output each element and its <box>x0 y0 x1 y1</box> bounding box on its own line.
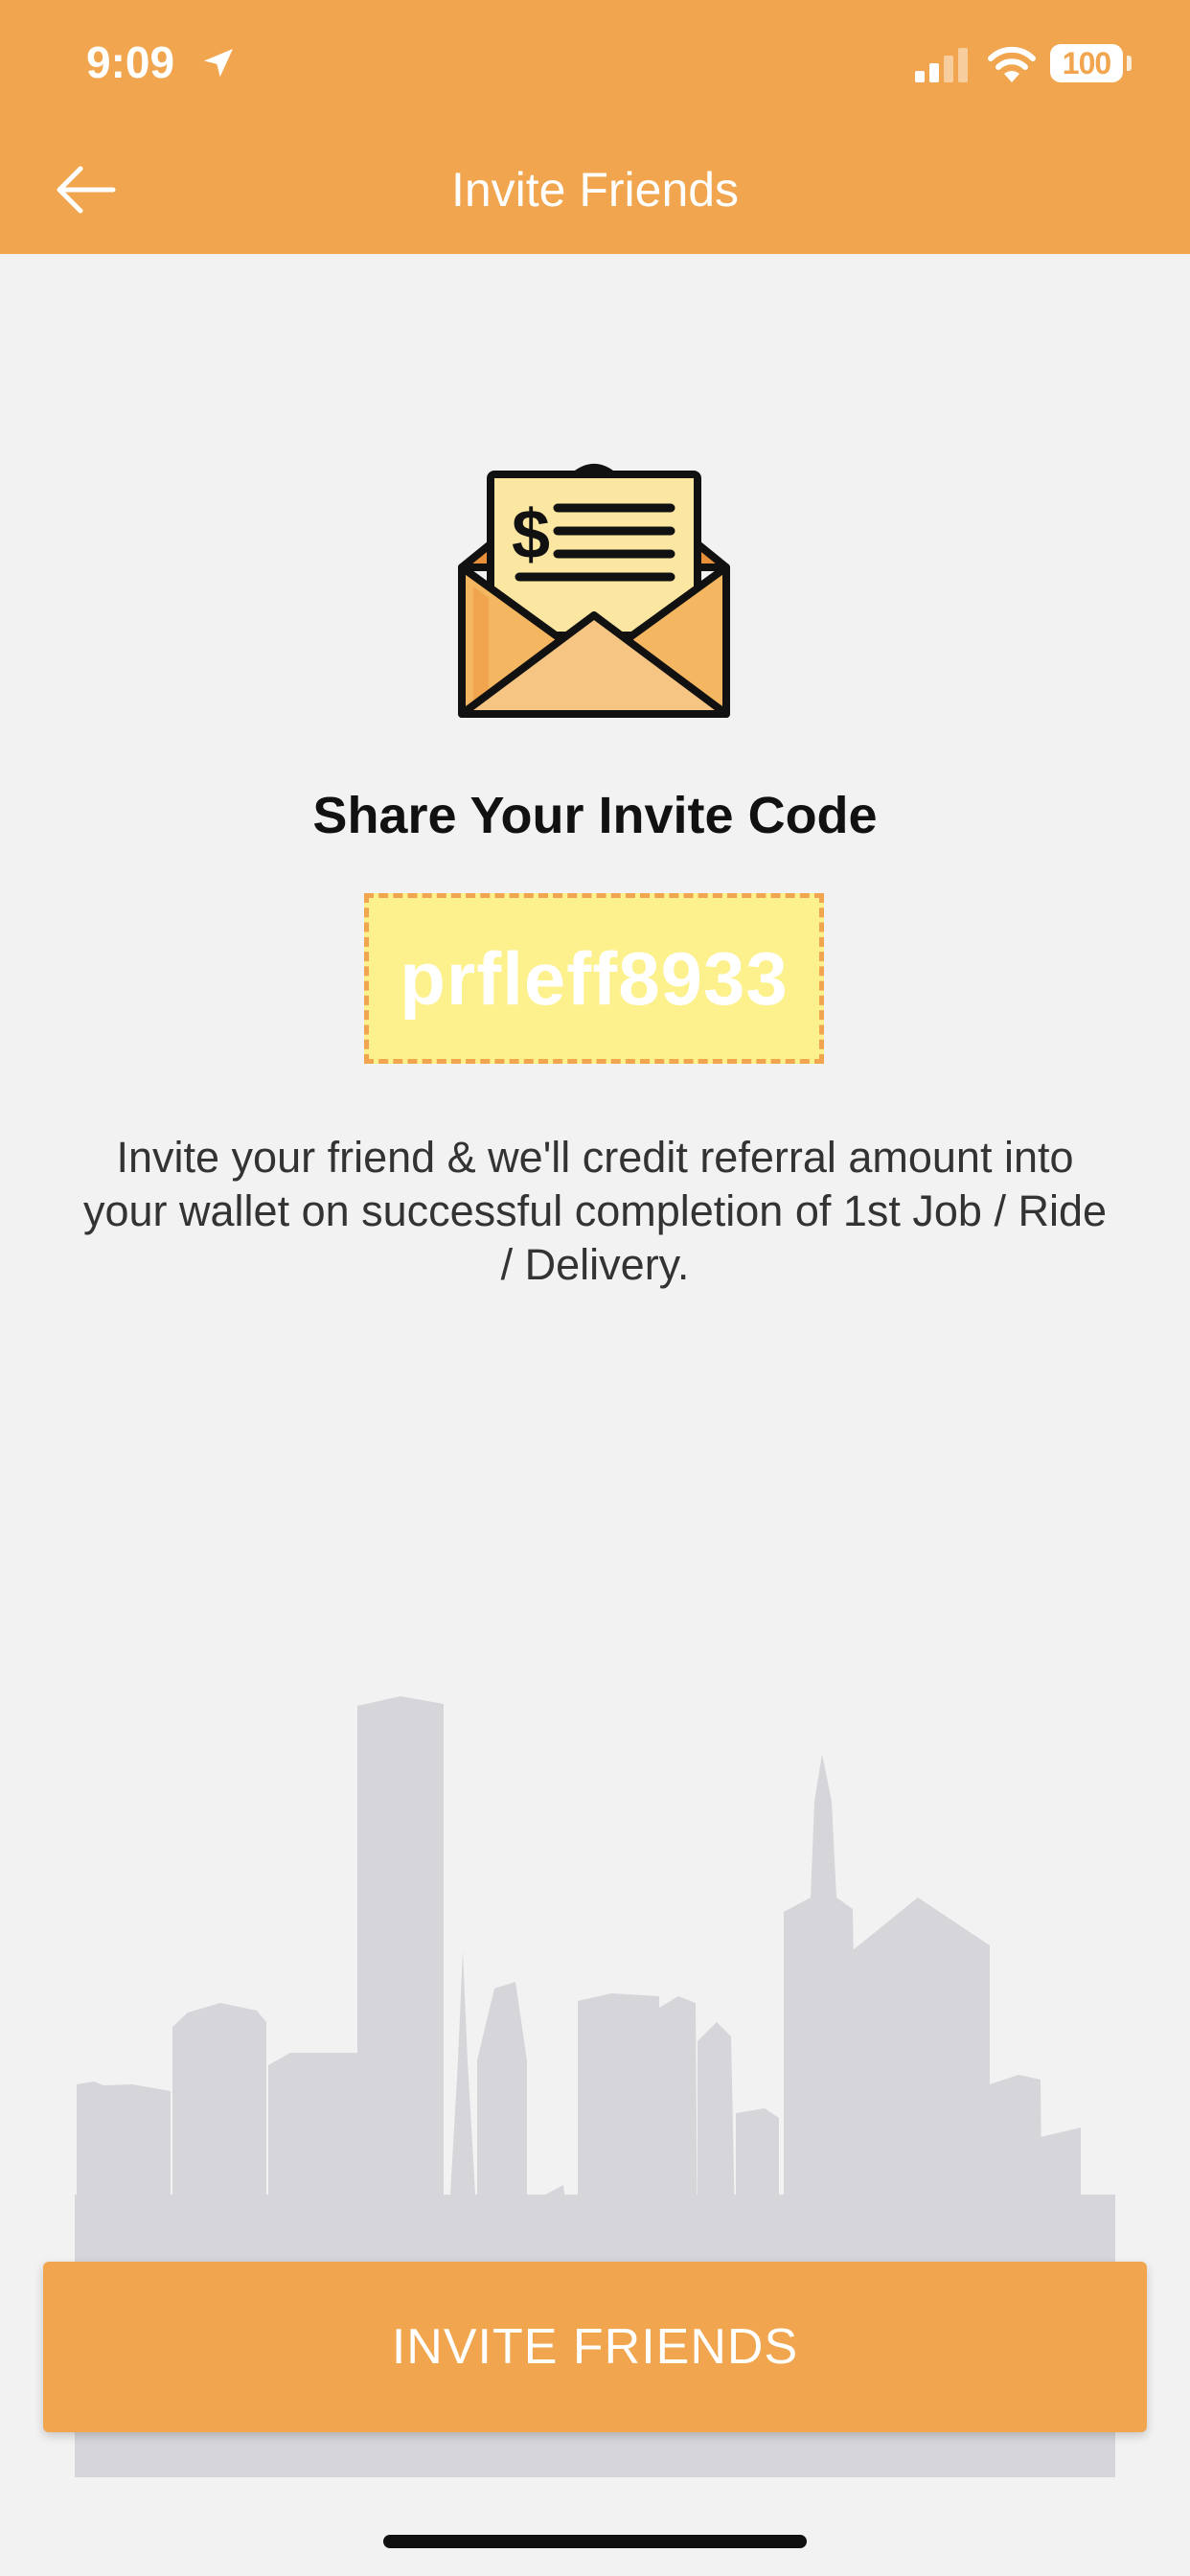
home-indicator[interactable] <box>383 2535 807 2548</box>
invite-code-box[interactable]: prfleff8933 <box>364 893 824 1064</box>
status-time: 9:09 <box>86 37 175 87</box>
svg-text:$: $ <box>512 496 550 573</box>
battery-level: 100 <box>1062 45 1111 80</box>
location-arrow-icon <box>204 49 233 78</box>
battery-icon: 100 <box>1050 44 1123 82</box>
referral-description: Invite your friend & we'll credit referr… <box>82 1133 1108 1289</box>
invite-friends-button-label: INVITE FRIENDS <box>391 2319 799 2375</box>
wifi-icon <box>988 46 1036 82</box>
invite-friends-button[interactable]: INVITE FRIENDS <box>43 2262 1147 2432</box>
envelope-money-icon: $ <box>458 464 730 718</box>
share-title: Share Your Invite Code <box>312 787 878 844</box>
page-title: Invite Friends <box>450 163 740 217</box>
invite-code[interactable]: prfleff8933 <box>400 935 789 1023</box>
cellular-signal-icon <box>915 48 968 82</box>
app-header: 9:09 100 Invite Friends <box>0 0 1190 254</box>
battery-cap <box>1127 56 1132 71</box>
